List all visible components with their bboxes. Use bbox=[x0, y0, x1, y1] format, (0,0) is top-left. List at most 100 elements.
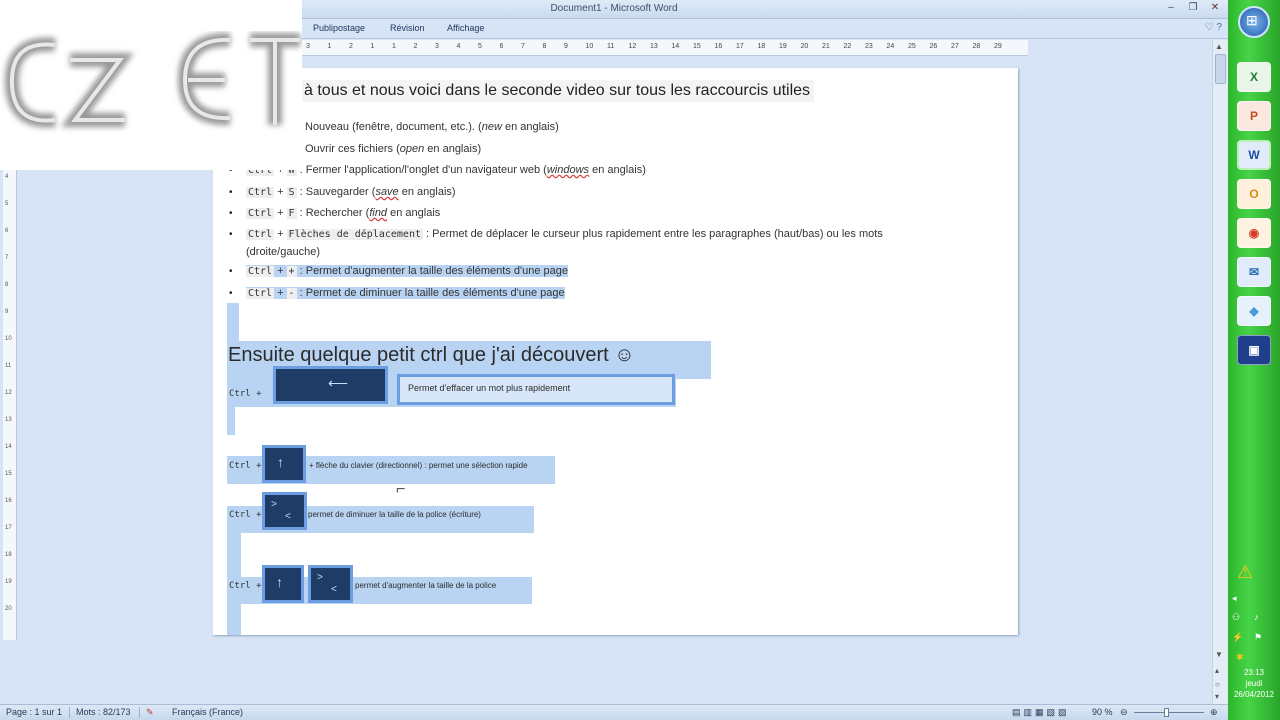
page-count[interactable]: Page : 1 sur 1 bbox=[6, 707, 62, 717]
chrome-icon[interactable]: ◉ bbox=[1237, 218, 1271, 248]
status-bar: Page : 1 sur 1 Mots : 82/173 ✎ Français … bbox=[0, 704, 1228, 720]
help-icon[interactable]: ♡ ? bbox=[1205, 22, 1222, 33]
clock[interactable]: 23:13 jeudi 26/04/2012 bbox=[1228, 667, 1280, 700]
power-icon[interactable]: ⚡ bbox=[1232, 632, 1243, 643]
ruler-tick: 10 bbox=[5, 336, 12, 342]
ruler-tick: 3 bbox=[306, 43, 310, 50]
minimize-button[interactable]: ‒ bbox=[1162, 1, 1180, 16]
cursor-icon: ⌐ bbox=[396, 481, 406, 498]
text: + bbox=[277, 207, 284, 219]
text: : Sauvegarder ( bbox=[296, 186, 376, 198]
ruler-tick: 21 bbox=[822, 43, 830, 50]
zoom-in-icon[interactable]: ⊕ bbox=[1210, 707, 1218, 718]
ruler-tick: 5 bbox=[5, 201, 9, 207]
excel-icon[interactable]: X bbox=[1237, 62, 1271, 92]
browse-object-icon[interactable]: ○ bbox=[1215, 680, 1220, 689]
row1-text: Permet d'effacer un mot plus rapidement bbox=[408, 383, 571, 393]
scroll-thumb[interactable] bbox=[1215, 54, 1226, 84]
text: + bbox=[277, 186, 284, 198]
show-hidden-icon[interactable]: ◂ bbox=[1232, 593, 1237, 604]
close-button[interactable]: ✕ bbox=[1206, 1, 1224, 16]
thunderbird-icon[interactable]: ✉ bbox=[1237, 257, 1271, 287]
ruler-tick: 22 bbox=[843, 43, 852, 50]
key-label: S bbox=[286, 187, 297, 198]
ctrl-label: Ctrl + bbox=[229, 389, 262, 399]
network-icon[interactable]: ⚇ bbox=[1232, 612, 1240, 623]
tab-affichage[interactable]: Affichage bbox=[447, 23, 484, 33]
ruler-tick: 17 bbox=[5, 525, 12, 531]
arrow-key-image: ↑ bbox=[262, 445, 306, 483]
selection-gap bbox=[227, 303, 239, 341]
text: + bbox=[277, 265, 284, 277]
key-label: Ctrl bbox=[246, 187, 275, 198]
previous-page-icon[interactable]: ▴ bbox=[1215, 666, 1219, 675]
horizontal-ruler[interactable]: 3 1 2 1 1 2 3 4 5 6 7 8 9 10 11 12 13 14 15 16 17 18 19 20 21 22 2… bbox=[300, 40, 1028, 56]
selection-gap bbox=[227, 533, 241, 577]
shortcut-item: Ctrl + Flèches de déplacement : Permet de … bbox=[246, 228, 883, 240]
ruler-tick: 20 bbox=[5, 606, 12, 612]
zoom-level[interactable]: 90 % bbox=[1092, 707, 1113, 717]
ruler-tick: 23 bbox=[865, 43, 873, 50]
vertical-ruler[interactable]: 4 5 6 7 8 9 10 11 12 13 14 15 16 17 18 19 20 bbox=[3, 170, 17, 640]
volume-icon[interactable]: ♪ bbox=[1254, 612, 1259, 622]
arrow-up-icon: ↑ bbox=[276, 574, 283, 590]
app-icon[interactable]: ◆ bbox=[1237, 296, 1271, 326]
outlook-icon[interactable]: O bbox=[1237, 179, 1271, 209]
zoom-slider-thumb[interactable] bbox=[1164, 708, 1169, 717]
powerpoint-icon[interactable]: P bbox=[1237, 101, 1271, 131]
ruler-tick: 3 bbox=[435, 43, 439, 50]
word-icon[interactable]: W bbox=[1237, 140, 1271, 170]
row2-text: + flèche du clavier (directionnel) : per… bbox=[309, 461, 528, 470]
vertical-scrollbar[interactable]: ▲ ▼ ▴ ○ ▾ bbox=[1212, 40, 1228, 704]
text: en anglais bbox=[387, 207, 441, 219]
text: : Fermer l'application/l'onglet d'un nav… bbox=[296, 164, 547, 176]
text: : Rechercher ( bbox=[296, 207, 370, 219]
zoom-out-icon[interactable]: ⊖ bbox=[1120, 707, 1128, 718]
text: : Permet de diminuer la taille des éléme… bbox=[296, 287, 565, 299]
remote-desktop-icon[interactable]: ▣ bbox=[1237, 335, 1271, 365]
ruler-tick: 24 bbox=[886, 43, 895, 50]
clock-date: 26/04/2012 bbox=[1233, 690, 1275, 699]
bullet-marker: • bbox=[229, 266, 233, 277]
ruler-tick: 2 bbox=[349, 43, 353, 50]
key-label: Flèches de déplacement bbox=[286, 229, 423, 240]
maximize-button[interactable]: ❐ bbox=[1184, 1, 1202, 16]
update-icon[interactable]: ✱ bbox=[1236, 652, 1244, 663]
proofing-icon[interactable]: ✎ bbox=[146, 707, 154, 718]
scroll-up-icon[interactable]: ▲ bbox=[1215, 42, 1223, 51]
tab-publipostage[interactable]: Publipostage bbox=[313, 23, 365, 33]
greater-than-key-image: > < bbox=[308, 565, 353, 603]
line-ouvrir: Ouvrir ces fichiers (open en anglais) bbox=[305, 143, 481, 155]
ruler-tick: 14 bbox=[671, 43, 680, 50]
zoom-slider[interactable] bbox=[1134, 712, 1204, 713]
ruler-tick: 16 bbox=[5, 498, 12, 504]
start-button[interactable]: ⊞ bbox=[1238, 6, 1270, 38]
language-indicator[interactable]: Français (France) bbox=[172, 707, 243, 717]
ruler-tick: 19 bbox=[779, 43, 787, 50]
emphasis: new bbox=[481, 121, 502, 133]
key-label: Ctrl bbox=[246, 208, 275, 219]
view-buttons[interactable]: ▤▥▦▧▨ bbox=[1012, 707, 1070, 718]
tab-revision[interactable]: Révision bbox=[390, 23, 425, 33]
key-glyph: > bbox=[271, 499, 277, 510]
next-page-icon[interactable]: ▾ bbox=[1215, 692, 1219, 701]
shortcut-item: Ctrl + W : Fermer l'application/l'onglet d… bbox=[246, 164, 646, 176]
bullet-continuation: (droite/gauche) bbox=[246, 246, 320, 258]
warning-icon[interactable]: ⚠ bbox=[1237, 562, 1253, 583]
ctrl-label: Ctrl + bbox=[229, 461, 262, 471]
scroll-down-icon[interactable]: ▼ bbox=[1215, 650, 1223, 659]
ruler-tick: 29 bbox=[994, 43, 1002, 50]
selection-gap bbox=[227, 407, 235, 435]
ruler-tick: 1 bbox=[392, 43, 396, 50]
line-nouveau: Nouveau (fenêtre, document, etc.). (new … bbox=[305, 121, 559, 133]
emphasis: windows bbox=[546, 164, 590, 176]
key-label: Ctrl bbox=[246, 266, 275, 277]
row4-text: permet d'augmenter la taille de la polic… bbox=[355, 581, 497, 590]
ruler-tick: 2 bbox=[413, 43, 418, 50]
ruler-tick: 15 bbox=[693, 43, 701, 50]
ruler-tick: 18 bbox=[5, 552, 12, 558]
flag-icon[interactable]: ⚑ bbox=[1254, 632, 1262, 643]
ruler-tick: 26 bbox=[929, 43, 938, 50]
word-count[interactable]: Mots : 82/173 bbox=[76, 707, 131, 717]
ruler-tick: 13 bbox=[650, 43, 658, 50]
